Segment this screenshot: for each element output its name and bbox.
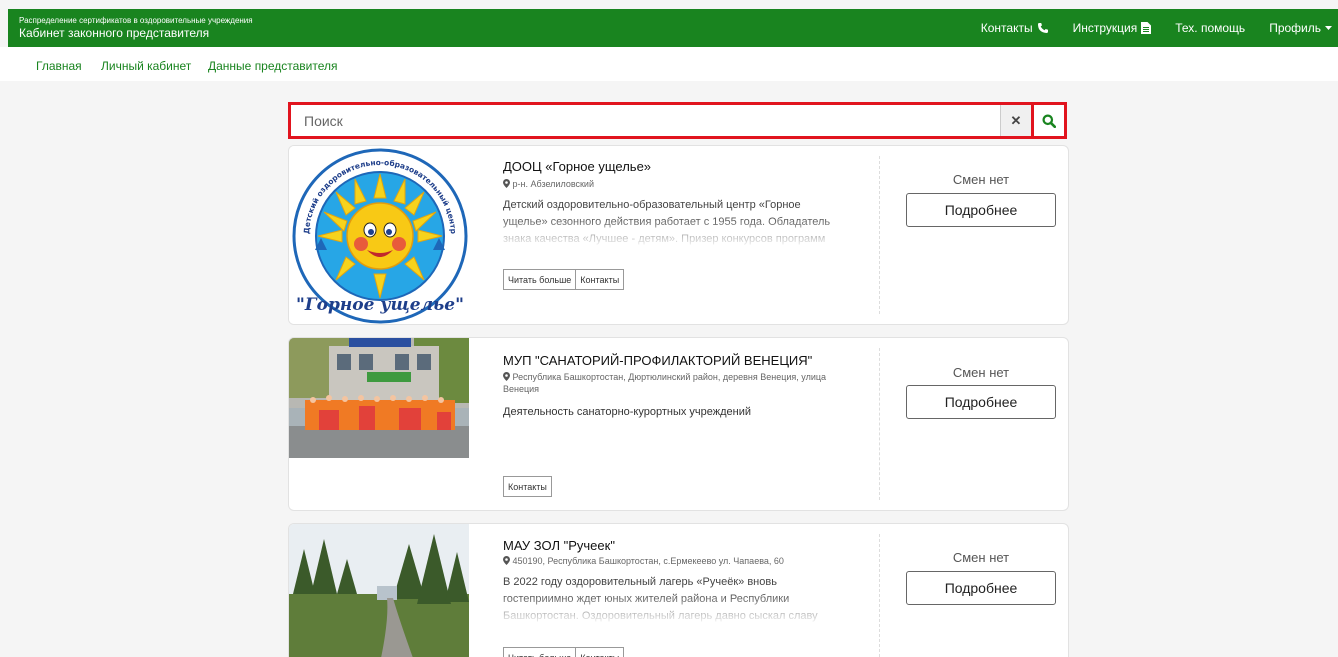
search-input[interactable] [291, 105, 1000, 136]
camp-description: В 2022 году оздоровительный лагерь «Руче… [503, 576, 818, 622]
camp-address-text: р-н. Абзелиловский [512, 179, 594, 189]
nav-profile-label: Профиль [1269, 21, 1321, 35]
camp-description: Деятельность санаторно-курортных учрежде… [503, 406, 752, 418]
contacts-button[interactable]: Контакты [576, 269, 625, 290]
card-actions: Читать больше Контакты [503, 647, 625, 657]
map-marker-icon [503, 372, 510, 381]
search-icon [1042, 114, 1056, 128]
phone-icon [1037, 23, 1048, 33]
search-button[interactable] [1031, 105, 1064, 136]
read-more-button[interactable]: Читать больше [503, 269, 577, 290]
camp-address: р-н. Абзелиловский [503, 178, 843, 190]
logo-name-text: "Горное ущелье" [296, 295, 464, 315]
close-icon: ✕ [1010, 112, 1022, 128]
details-button[interactable]: Подробнее [906, 571, 1056, 605]
clear-search-button[interactable]: ✕ [1000, 105, 1031, 136]
brand-subtitle: Распределение сертификатов в оздоровител… [19, 16, 253, 25]
subnav-personal-cabinet[interactable]: Личный кабинет [101, 59, 191, 73]
details-button[interactable]: Подробнее [906, 193, 1056, 227]
nav-contacts[interactable]: Контакты [981, 21, 1049, 35]
map-marker-icon [503, 179, 510, 188]
camp-card: МУП "САНАТОРИЙ-ПРОФИЛАКТОРИЙ ВЕНЕЦИЯ" Ре… [288, 337, 1069, 511]
nav-tech-support-label: Тех. помощь [1175, 21, 1246, 35]
camp-address: Республика Башкортостан, Дюртюлинский ра… [503, 371, 843, 395]
search-bar: ✕ [288, 102, 1067, 139]
nav-tech-support[interactable]: Тех. помощь [1175, 21, 1245, 35]
read-more-button[interactable]: Читать больше [503, 647, 577, 657]
map-marker-icon [503, 556, 510, 565]
nav-profile[interactable]: Профиль [1269, 21, 1332, 35]
camp-photo [289, 524, 469, 657]
card-actions: Читать больше Контакты [503, 269, 625, 290]
camp-address-text: Республика Башкортостан, Дюртюлинский ра… [503, 372, 827, 394]
nav-contacts-label: Контакты [980, 21, 1033, 35]
card-divider [879, 348, 880, 500]
camp-photo [289, 338, 469, 458]
camp-address: 450190, Республика Башкортостан, с.Ермек… [503, 555, 843, 567]
camp-logo: Детский оздоровительно-образовательный ц… [289, 146, 471, 324]
nav-instruction-label: Инструкция [1072, 21, 1138, 35]
caret-down-icon [1325, 26, 1332, 30]
document-icon [1141, 22, 1152, 34]
top-nav: Контакты Инструкция Тех. помощь Профиль [981, 9, 1338, 47]
camp-description: Детский оздоровительно-образовательный ц… [503, 199, 831, 245]
contacts-button[interactable]: Контакты [576, 647, 625, 657]
details-button[interactable]: Подробнее [906, 385, 1056, 419]
camp-card: Детский оздоровительно-образовательный ц… [288, 145, 1069, 325]
camp-title[interactable]: МАУ ЗОЛ "Ручеек" [503, 538, 615, 553]
sessions-status: Смен нет [952, 550, 1010, 565]
contacts-button[interactable]: Контакты [503, 476, 552, 497]
camp-title[interactable]: ДООЦ «Горное ущелье» [503, 159, 651, 174]
sessions-status: Смен нет [952, 172, 1010, 187]
card-divider [879, 534, 880, 657]
brand[interactable]: Распределение сертификатов в оздоровител… [19, 16, 253, 40]
nav-instruction[interactable]: Инструкция [1073, 21, 1152, 35]
subnav-home[interactable]: Главная [36, 59, 82, 73]
camp-card: МАУ ЗОЛ "Ручеек" 450190, Республика Башк… [288, 523, 1069, 657]
card-actions: Контакты [503, 476, 552, 497]
camp-address-text: 450190, Республика Башкортостан, с.Ермек… [512, 556, 784, 566]
sessions-status: Смен нет [952, 365, 1010, 380]
top-navbar: Распределение сертификатов в оздоровител… [8, 9, 1338, 47]
subnav-representative-data[interactable]: Данные представителя [208, 59, 338, 73]
card-divider [879, 156, 880, 314]
sub-navbar: Главная Личный кабинет Данные представит… [0, 47, 1338, 81]
camp-title[interactable]: МУП "САНАТОРИЙ-ПРОФИЛАКТОРИЙ ВЕНЕЦИЯ" [503, 353, 812, 368]
brand-title: Кабинет законного представителя [19, 26, 210, 40]
